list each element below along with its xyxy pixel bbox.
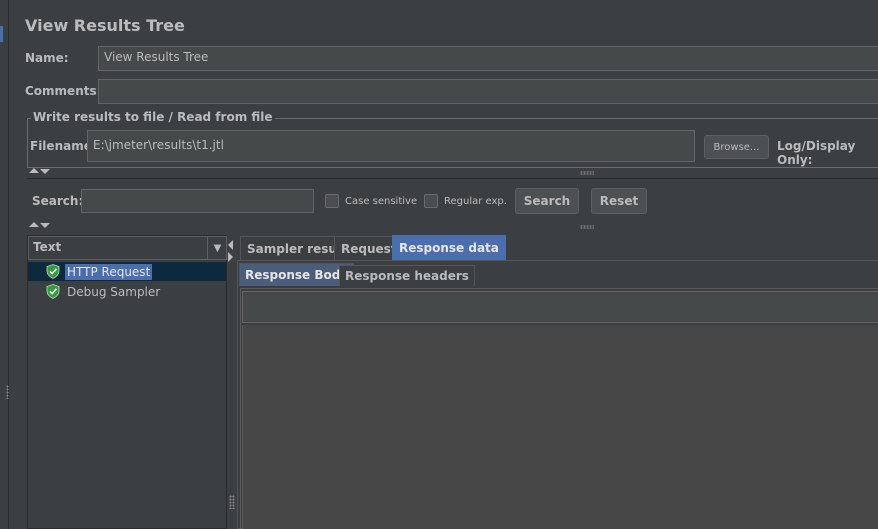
- reset-button[interactable]: Reset: [591, 188, 647, 214]
- regular-exp-checkbox[interactable]: [424, 194, 438, 208]
- regular-exp-label: Regular exp.: [444, 196, 507, 207]
- collapse-left-icon[interactable]: [228, 240, 233, 250]
- tab-response-data[interactable]: Response data: [392, 235, 506, 260]
- log-display-only-label: Log/Display Only:: [777, 139, 856, 167]
- middle-splitter[interactable]: [27, 222, 878, 232]
- splitter-dots-icon: [580, 225, 594, 229]
- tree-item-label: Debug Sampler: [67, 284, 161, 299]
- selection-accent: [0, 26, 3, 42]
- filename-field[interactable]: E:\jmeter\results\t1.jtl: [87, 130, 695, 162]
- tree-item-debug-sampler[interactable]: Debug Sampler: [28, 282, 226, 301]
- search-input[interactable]: [81, 189, 314, 213]
- search-label: Search:: [32, 194, 84, 208]
- search-button[interactable]: Search: [515, 188, 579, 214]
- collapse-down-icon[interactable]: [40, 223, 50, 228]
- collapse-up-icon[interactable]: [29, 222, 39, 227]
- chevron-down-icon[interactable]: ▼: [207, 236, 227, 260]
- splitter-grip[interactable]: [6, 385, 9, 399]
- name-label: Name:: [25, 51, 69, 65]
- tree-item-http-request[interactable]: HTTP Request: [28, 262, 226, 281]
- filename-label: Filename: [30, 139, 92, 153]
- name-field[interactable]: View Results Tree: [98, 46, 878, 71]
- tree-item-label: HTTP Request: [65, 263, 153, 280]
- file-group-title: Write results to file / Read from file: [31, 110, 275, 124]
- vertical-splitter[interactable]: [227, 235, 237, 529]
- response-body-textarea[interactable]: [242, 325, 878, 529]
- case-sensitive-label: Case sensitive: [345, 196, 418, 207]
- shield-check-icon: [46, 284, 60, 299]
- collapse-right-icon[interactable]: [228, 252, 233, 262]
- top-splitter[interactable]: [27, 168, 878, 178]
- case-sensitive-checkbox[interactable]: [325, 194, 339, 208]
- response-search-bar[interactable]: [242, 291, 878, 323]
- splitter-grip[interactable]: [229, 495, 235, 509]
- divider: [27, 178, 878, 179]
- renderer-selected: Text: [33, 240, 62, 254]
- tab-response-body[interactable]: Response Body: [239, 263, 355, 286]
- splitter-dots-icon: [580, 171, 594, 175]
- tab-response-headers[interactable]: Response headers: [339, 265, 475, 286]
- comments-field[interactable]: [98, 79, 878, 104]
- left-tree-strip: [0, 0, 9, 529]
- collapse-down-icon[interactable]: [40, 169, 50, 174]
- collapse-up-icon[interactable]: [29, 168, 39, 173]
- shield-check-icon: [46, 264, 60, 279]
- comments-label: Comments:: [25, 84, 102, 98]
- panel-title: View Results Tree: [25, 16, 185, 35]
- browse-button[interactable]: Browse...: [704, 135, 769, 159]
